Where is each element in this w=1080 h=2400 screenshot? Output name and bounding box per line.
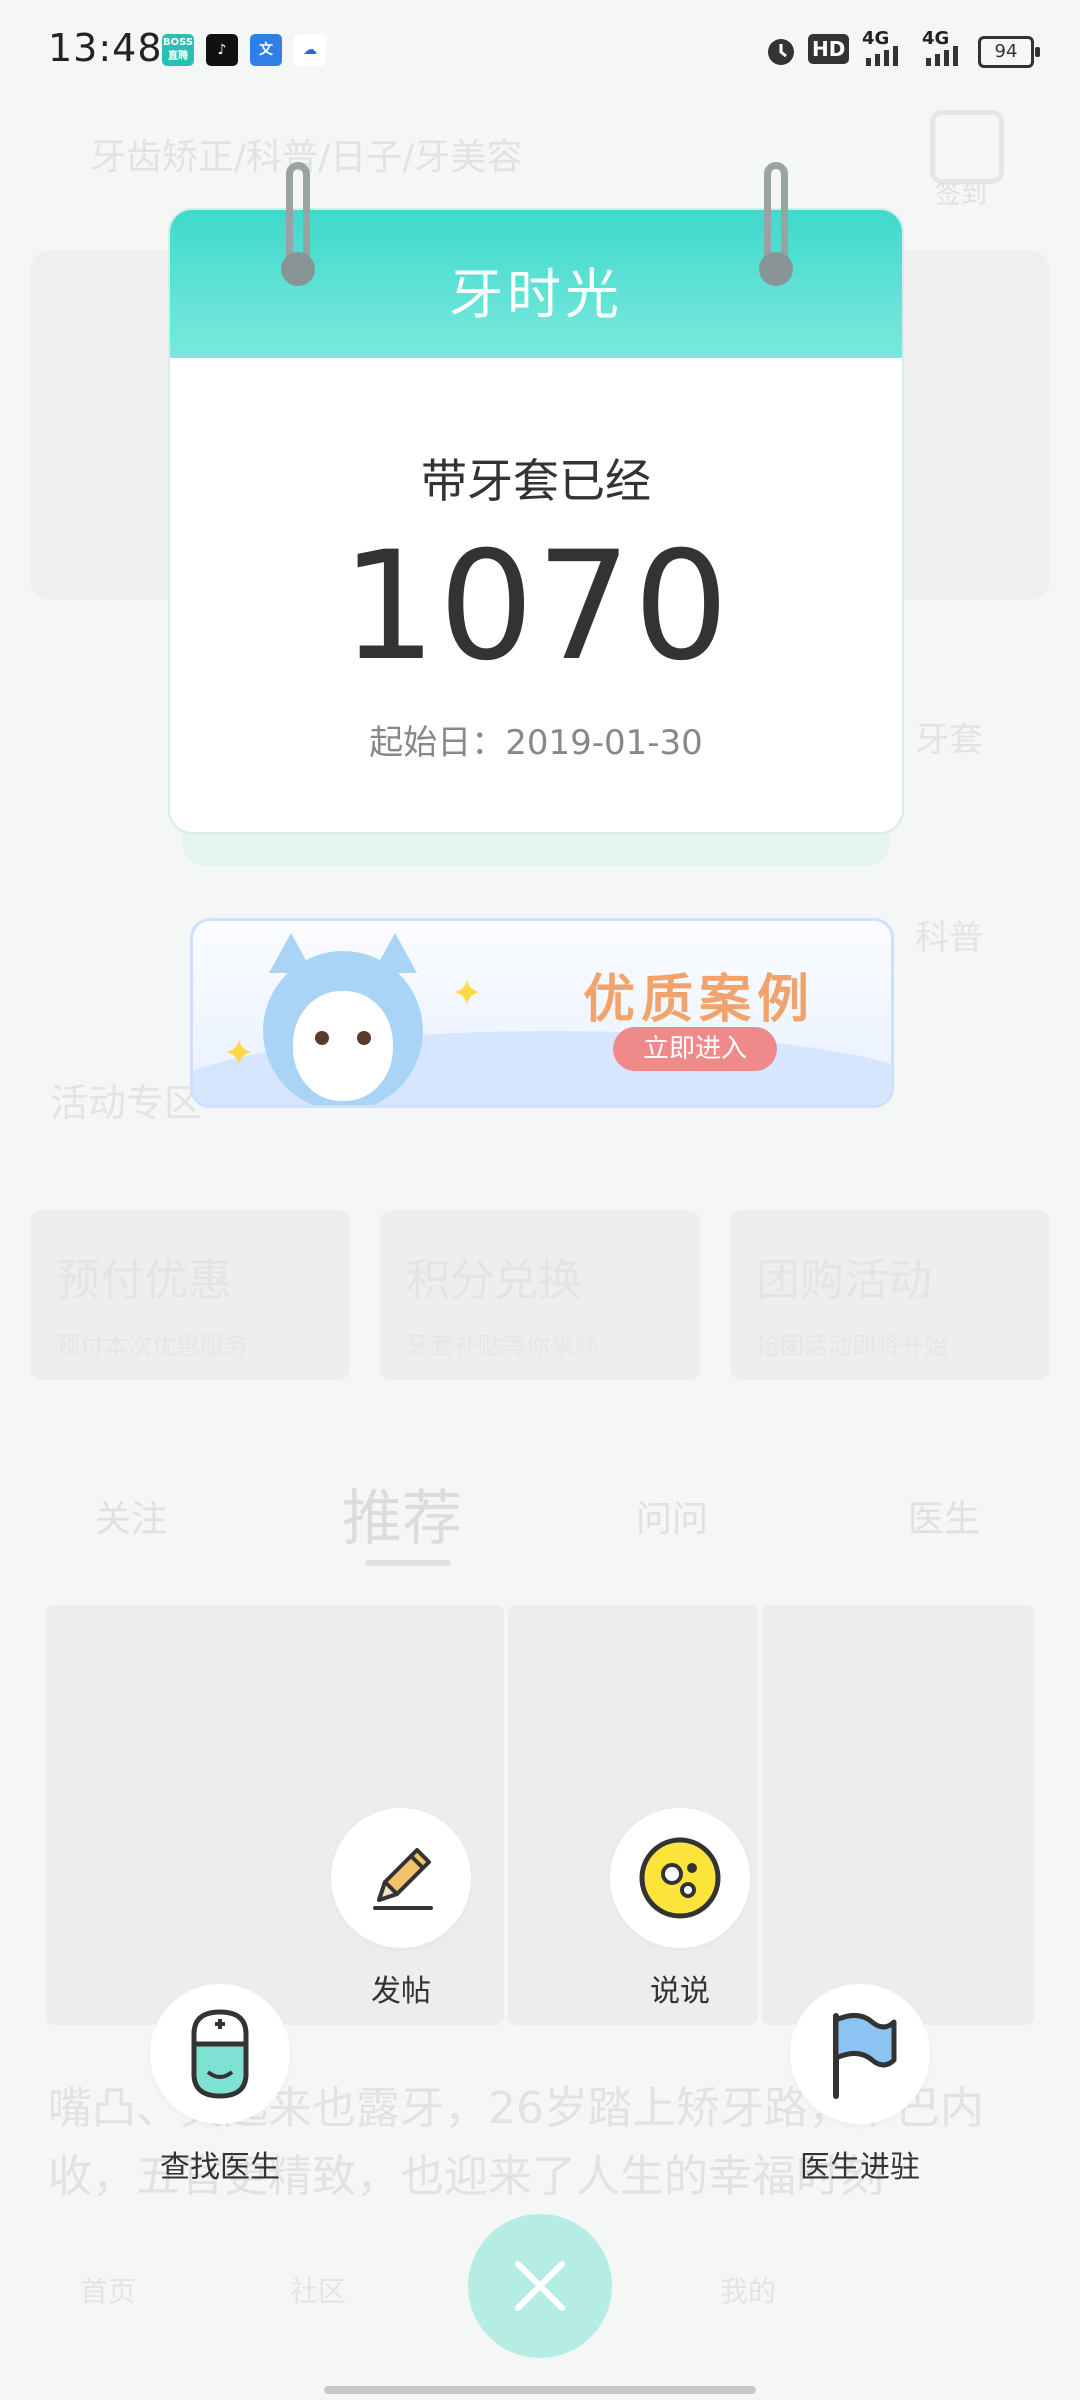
talk-button[interactable]: 说说 [590, 1808, 770, 2010]
close-button[interactable] [468, 2214, 612, 2358]
sign-in-icon [930, 110, 1004, 184]
signal-icon [866, 46, 898, 66]
boss-zhipin-icon: BOSS直聘 [162, 34, 194, 66]
start-date-value: 2019-01-30 [505, 723, 703, 763]
binder-ring-icon [756, 162, 796, 290]
close-icon [515, 2261, 565, 2311]
tab-doctor: 医生 [908, 1499, 981, 1540]
promo-card: 积分兑换 牙套补贴等你来领 [380, 1210, 700, 1380]
doctor-join-button[interactable]: 医生进驻 [770, 1984, 950, 2186]
binder-ring-icon [278, 162, 318, 290]
post-button[interactable]: 发帖 [311, 1808, 491, 2010]
nav-mine: 我的 [720, 2275, 777, 2308]
talk-circle [610, 1808, 750, 1948]
post-label: 发帖 [371, 1974, 431, 2009]
translate-icon: 文 [250, 34, 282, 66]
tab-underline [365, 1560, 451, 1566]
calendar-body: 牙时光 带牙套已经 1070 起始日：2019-01-30 [168, 208, 904, 834]
doctor-join-label: 医生进驻 [800, 2150, 920, 2185]
flag-icon [833, 2013, 897, 2099]
nav-community: 社区 [290, 2275, 347, 2308]
quality-case-banner[interactable]: ✦ ✦ 优质案例 立即进入 [190, 918, 894, 1108]
calendar-label: 带牙套已经 [421, 454, 651, 508]
alarm-icon [768, 39, 794, 65]
promo-card: 预付优惠 预付本次优惠服务 [30, 1210, 350, 1380]
feed-photo [762, 1605, 1034, 2025]
pencil-icon [373, 1848, 433, 1910]
tiktok-icon: ♪ [206, 34, 238, 66]
start-date-prefix: 起始日： [369, 723, 506, 763]
mascot-eye [357, 1031, 371, 1045]
enter-now-button[interactable]: 立即进入 [613, 1027, 777, 1071]
status-bar: 13:48 BOSS直聘 ♪ 文 ☁ HD 4G 4G 94 [0, 0, 1080, 100]
doctor-icon [191, 2009, 249, 2099]
row2-right-label: 科普 [915, 918, 983, 958]
find-doctor-button[interactable]: 查找医生 [130, 1984, 310, 2186]
sign-in-label: 签到 [935, 180, 988, 210]
talk-label: 说说 [650, 1974, 710, 2009]
row1-right-label: 牙套 [915, 720, 983, 760]
mascot-face [293, 991, 393, 1101]
bubble-icon [639, 1837, 721, 1919]
tab-ask: 问问 [636, 1499, 709, 1540]
find-doctor-circle [150, 1984, 290, 2124]
post-circle [331, 1808, 471, 1948]
find-doctor-label: 查找医生 [160, 2150, 280, 2185]
mascot-eye [315, 1031, 329, 1045]
section-title: 活动专区 [50, 1081, 203, 1125]
hd-icon: HD [808, 34, 850, 64]
signal-icon [926, 46, 958, 66]
promo-card: 团购活动 抢团活动即将开始 [730, 1210, 1050, 1380]
baidu-icon: ☁ [294, 34, 326, 66]
case-title: 优质案例 [583, 970, 816, 1030]
tab-follow: 关注 [95, 1499, 168, 1540]
sparkle-icon: ✦ [223, 1031, 255, 1075]
orthodontic-calendar-card[interactable]: 牙时光 带牙套已经 1070 起始日：2019-01-30 [168, 162, 904, 866]
status-time: 13:48 [48, 26, 163, 70]
sparkle-icon: ✦ [451, 971, 483, 1015]
home-indicator[interactable] [324, 2386, 756, 2394]
doctor-join-circle [790, 1984, 930, 2124]
days-count: 1070 [341, 520, 731, 694]
start-date-row: 起始日：2019-01-30 [170, 715, 902, 764]
nav-home: 首页 [80, 2275, 137, 2308]
tab-recommend: 推荐 [342, 1484, 462, 1554]
battery-indicator: 94 [978, 36, 1040, 68]
